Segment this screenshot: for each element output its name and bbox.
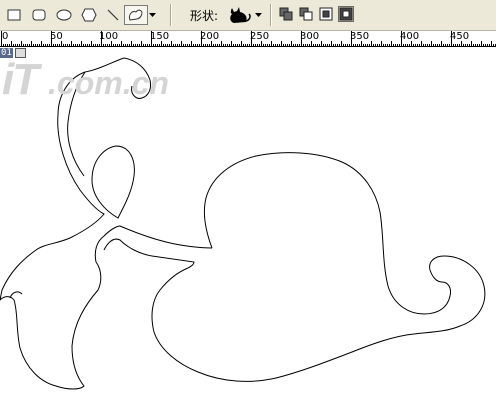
ruler-label: 0 (2, 31, 9, 42)
shape-picker[interactable] (226, 3, 264, 27)
svg-text:.com.cn: .com.cn (48, 65, 169, 101)
separator (270, 4, 272, 26)
subtract-shape-icon (299, 7, 313, 21)
rounded-rectangle-tool-button[interactable] (29, 5, 49, 25)
chevron-down-icon (149, 13, 156, 17)
rounded-rectangle-icon (32, 9, 46, 21)
shape-label: 形状: (190, 9, 219, 23)
ruler-label: 350 (350, 31, 370, 42)
rectangle-icon (7, 9, 21, 21)
polygon-icon (81, 8, 97, 22)
options-bar: 形状: (0, 0, 496, 31)
line-icon (107, 9, 119, 21)
exclude-overlapping-shape-areas-button[interactable] (338, 6, 354, 22)
chevron-down-icon (255, 13, 262, 17)
custom-shape-icon (129, 9, 143, 21)
ruler-label: 400 (400, 31, 420, 42)
add-shape-icon (279, 7, 293, 21)
custom-shape-tool-button[interactable] (124, 5, 148, 25)
ruler-label: 100 (99, 31, 119, 42)
exclude-shape-icon (339, 7, 353, 21)
svg-text:iT: iT (2, 55, 42, 102)
horizontal-ruler[interactable]: 0 50 100 150 200 250 300 350 400 450 (0, 31, 496, 47)
ellipse-icon (56, 9, 72, 21)
ruler-label: 450 (450, 31, 470, 42)
ellipse-tool-button[interactable] (54, 5, 74, 25)
add-to-shape-area-button[interactable] (278, 6, 294, 22)
shape-tool-dropdown[interactable] (148, 5, 158, 25)
polygon-tool-button[interactable] (79, 5, 99, 25)
ruler-label: 250 (250, 31, 270, 42)
separator (170, 4, 172, 26)
site-watermark-logo: iT .com.cn (2, 52, 192, 106)
cat-shape-icon (230, 7, 251, 23)
intersect-shape-icon (319, 7, 333, 21)
ruler-ticks (1, 31, 496, 46)
line-tool-button[interactable] (103, 5, 123, 25)
rectangle-tool-button[interactable] (4, 5, 24, 25)
ruler-label: 150 (150, 31, 170, 42)
ruler-label: 300 (300, 31, 320, 42)
intersect-shape-areas-button[interactable] (318, 6, 334, 22)
subtract-from-shape-area-button[interactable] (298, 6, 314, 22)
ruler-label: 200 (200, 31, 220, 42)
ruler-label: 50 (50, 31, 63, 42)
